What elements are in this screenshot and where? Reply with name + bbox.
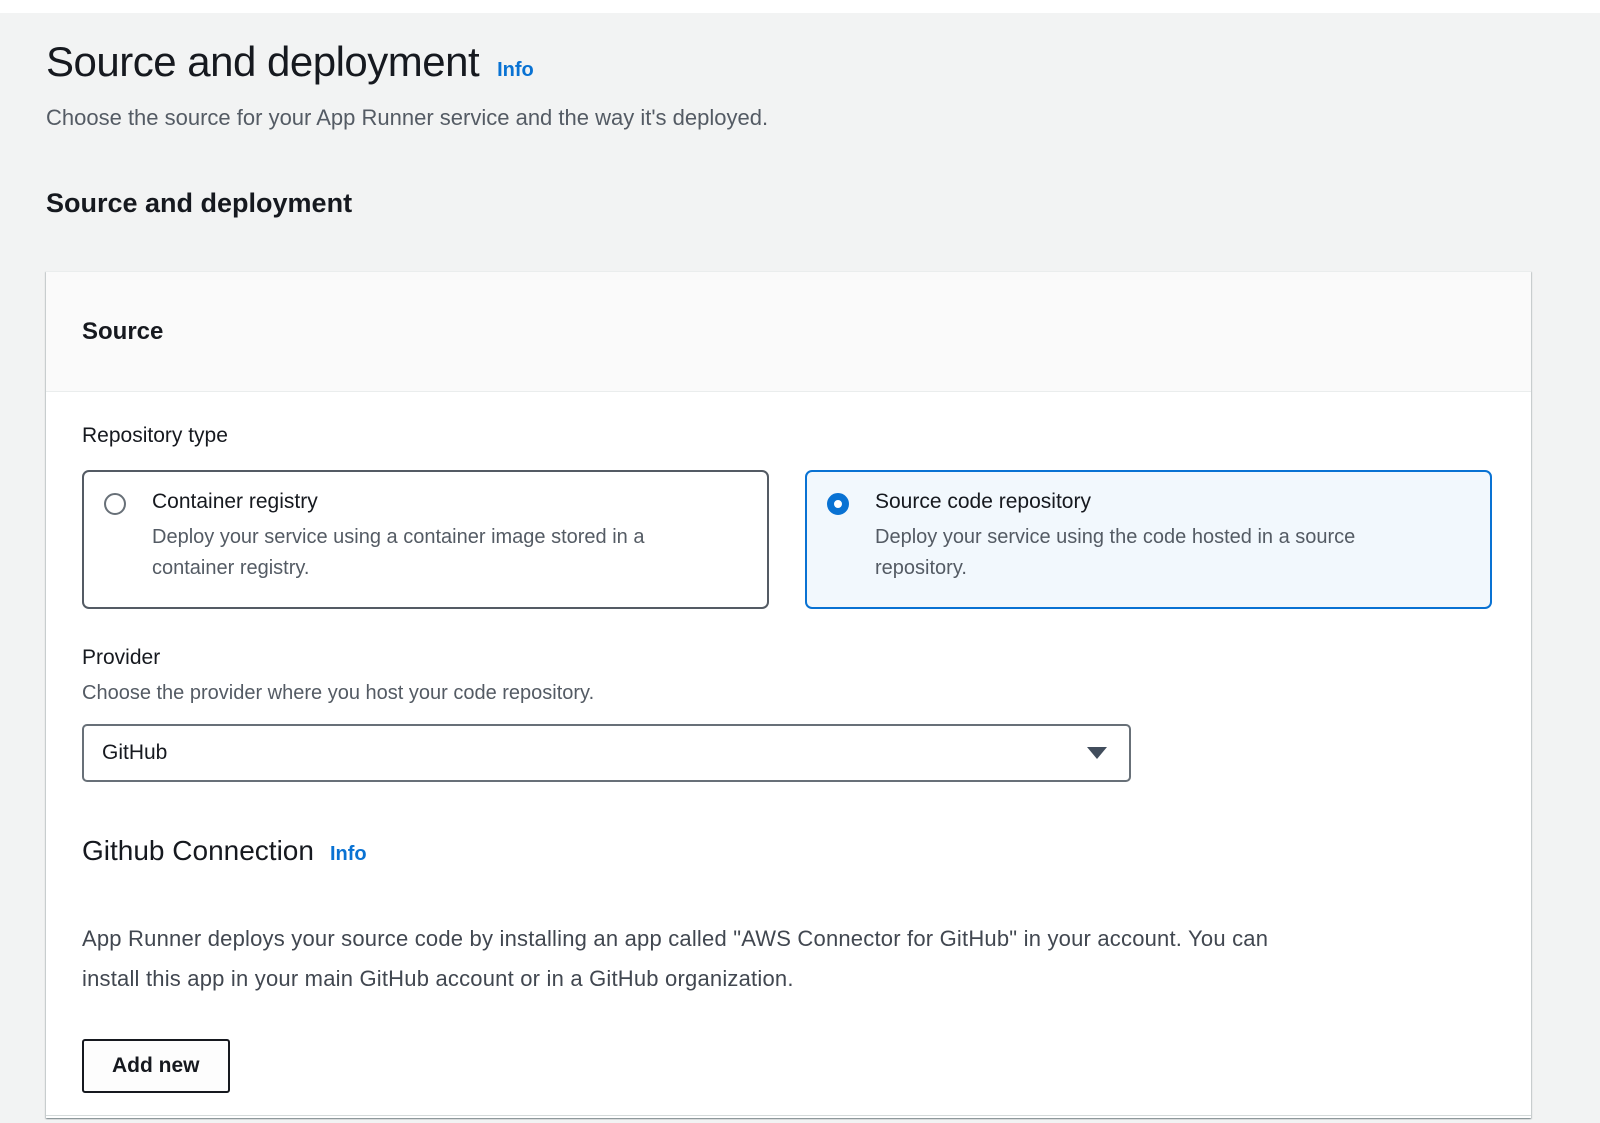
tile-text: Container registry Deploy your service u… [152,488,710,591]
provider-description: Choose the provider where you host your … [82,680,1495,706]
page-title: Source and deployment [46,37,479,87]
github-connection-heading: Github Connection [82,834,314,868]
top-strip [0,0,1600,13]
github-connection-header: Github Connection Info [82,834,1495,868]
provider-label: Provider [82,644,1495,671]
github-connection-description-line1: App Runner deploys your source code by i… [82,919,1495,959]
source-card: Source Repository type Container registr… [46,271,1531,1118]
section-heading: Source and deployment [46,187,1531,219]
caret-down-icon [1087,747,1107,759]
github-connection-description: App Runner deploys your source code by i… [82,919,1495,999]
radio-selected-icon[interactable] [827,493,849,515]
tile-source-code-repository-label: Source code repository [875,488,1433,516]
tile-text: Source code repository Deploy your servi… [875,488,1433,591]
github-connection-description-line2: install this app in your main GitHub acc… [82,959,1495,999]
tile-container-registry-label: Container registry [152,488,710,516]
tile-source-code-repository[interactable]: Source code repository Deploy your servi… [805,470,1492,609]
page-subtitle: Choose the source for your App Runner se… [46,103,1531,133]
page-title-info-link[interactable]: Info [497,59,534,82]
provider-select[interactable]: GitHub [82,724,1131,782]
provider-select-value: GitHub [102,741,167,765]
card-footer-divider [46,1115,1531,1116]
page: { "page": { "title": "Source and deploym… [0,0,1600,1123]
tile-container-registry-description: Deploy your service using a container im… [152,522,710,584]
add-new-button[interactable]: Add new [82,1039,230,1093]
source-card-body: Repository type Container registry Deplo… [46,392,1531,1116]
repository-type-label: Repository type [82,422,1495,449]
github-connection-info-link[interactable]: Info [330,843,367,866]
source-card-title: Source [82,318,163,346]
source-card-header: Source [46,272,1531,392]
repository-type-tiles: Container registry Deploy your service u… [82,470,1495,609]
main-content: Source and deployment Info Choose the so… [0,37,1600,1118]
radio-unselected-icon[interactable] [104,493,126,515]
page-header: Source and deployment Info [46,37,1531,87]
tile-container-registry[interactable]: Container registry Deploy your service u… [82,470,769,609]
tile-source-code-repository-description: Deploy your service using the code hoste… [875,522,1433,584]
